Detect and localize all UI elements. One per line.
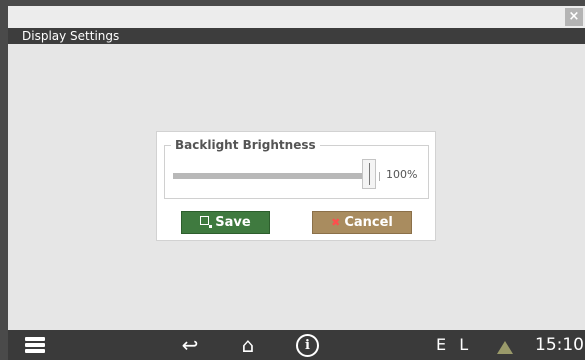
save-button[interactable]: Save bbox=[181, 211, 270, 234]
info-icon[interactable]: i bbox=[296, 334, 319, 357]
brightness-value: 100% bbox=[386, 168, 418, 181]
language-indicator[interactable]: E L bbox=[436, 330, 472, 360]
brightness-slider-handle[interactable] bbox=[362, 159, 376, 189]
clock: 15:10 bbox=[535, 335, 584, 355]
save-icon bbox=[200, 216, 213, 228]
window-top-strip: × bbox=[8, 6, 585, 28]
warning-icon[interactable] bbox=[497, 341, 513, 354]
close-button[interactable]: × bbox=[565, 8, 583, 26]
cancel-button[interactable]: ✖ Cancel bbox=[312, 211, 412, 234]
menu-icon[interactable] bbox=[25, 337, 45, 355]
cancel-icon: ✖ bbox=[331, 216, 341, 229]
brightness-group: Backlight Brightness 100% bbox=[164, 138, 429, 199]
back-icon[interactable]: ↩ bbox=[176, 330, 204, 360]
window-title: Display Settings bbox=[8, 28, 585, 44]
save-button-label: Save bbox=[215, 215, 251, 230]
home-icon[interactable]: ⌂ bbox=[234, 330, 262, 360]
taskbar: ↩ ⌂ i E L 15:10 bbox=[8, 330, 585, 360]
brightness-slider-track[interactable] bbox=[173, 173, 373, 179]
brightness-dialog: Backlight Brightness 100% Save ✖ Cancel bbox=[156, 131, 436, 241]
brightness-slider-fill bbox=[173, 173, 363, 179]
slider-end-tick bbox=[379, 172, 380, 181]
brightness-group-label: Backlight Brightness bbox=[171, 138, 320, 152]
app-window: × Display Settings Backlight Brightness … bbox=[8, 6, 585, 330]
cancel-button-label: Cancel bbox=[344, 215, 393, 230]
